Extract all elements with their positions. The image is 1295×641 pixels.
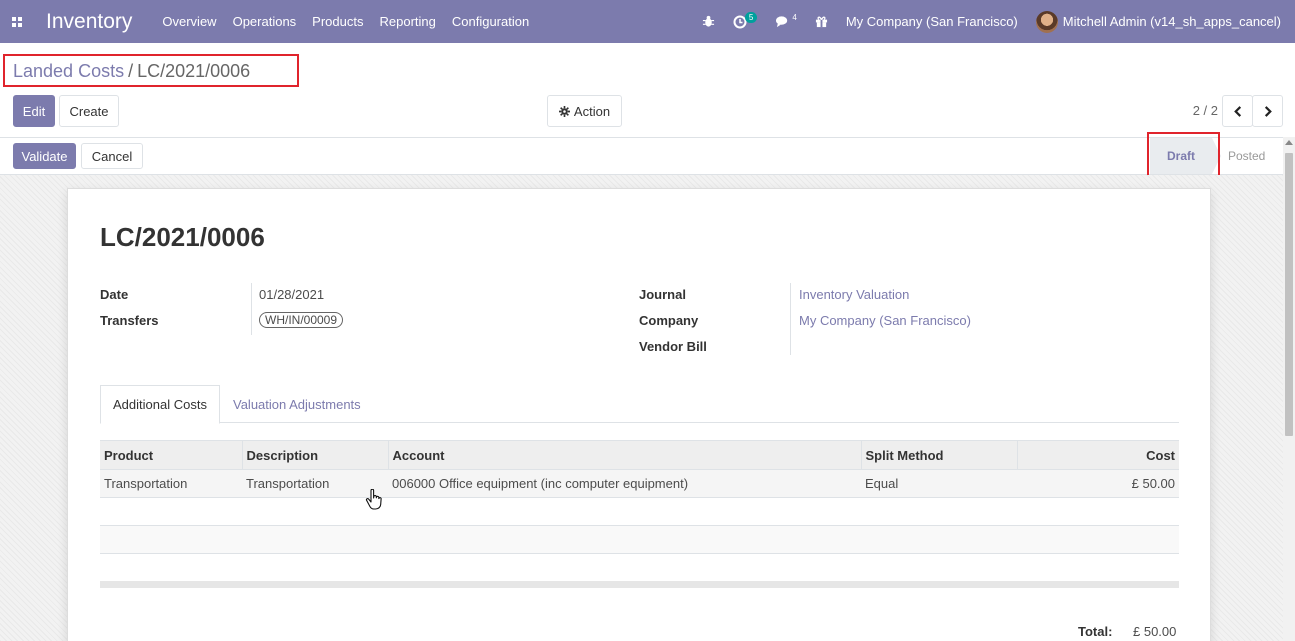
- table-footer: [100, 581, 1179, 588]
- action-label: Action: [573, 103, 611, 119]
- pager-next-button[interactable]: [1252, 95, 1283, 127]
- status-posted[interactable]: Posted: [1228, 138, 1265, 174]
- main-menu: Overview Operations Products Reporting C…: [162, 14, 529, 29]
- status-bar: Validate Cancel Draft Posted: [0, 137, 1283, 175]
- apps-menu-icon[interactable]: [2, 0, 32, 43]
- menu-operations[interactable]: Operations: [233, 14, 297, 29]
- total-value: £ 50.00: [1133, 624, 1177, 639]
- column-product[interactable]: Product: [100, 440, 242, 470]
- column-account[interactable]: Account: [387, 440, 861, 470]
- menu-reporting[interactable]: Reporting: [379, 14, 435, 29]
- table-row-empty: [100, 525, 1179, 554]
- scrollbar-thumb[interactable]: [1285, 153, 1293, 436]
- app-name[interactable]: Inventory: [46, 10, 132, 34]
- bug-icon[interactable]: [702, 15, 715, 28]
- systray: 5 4 My Company (San Francisco) Mitchell …: [702, 0, 1295, 43]
- cost-lines-table: Product Description Account Split Method…: [100, 440, 1179, 582]
- record-title: LC/2021/0006: [100, 222, 265, 252]
- transfer-tag[interactable]: WH/IN/00009: [259, 312, 344, 328]
- column-cost[interactable]: Cost: [1016, 440, 1179, 470]
- field-divider: [251, 283, 252, 335]
- scroll-up-arrow-icon[interactable]: [1285, 140, 1293, 145]
- vendor-bill-label: Vendor Bill: [639, 339, 707, 354]
- chevron-left-icon: [1233, 105, 1241, 117]
- action-button[interactable]: Action: [547, 95, 622, 127]
- gift-icon[interactable]: [815, 15, 828, 28]
- gear-icon: [558, 105, 570, 117]
- field-divider: [790, 283, 791, 355]
- top-navbar: Inventory Overview Operations Products R…: [0, 0, 1295, 43]
- messages-icon[interactable]: 4: [775, 13, 797, 28]
- tab-additional-costs[interactable]: Additional Costs: [100, 385, 220, 424]
- user-name: Mitchell Admin (v14_sh_apps_cancel): [1062, 14, 1281, 29]
- menu-products[interactable]: Products: [312, 14, 363, 29]
- messages-count: 4: [792, 13, 797, 22]
- company-label: Company: [639, 313, 699, 328]
- cell-product[interactable]: Transportation: [100, 469, 242, 498]
- cell-account[interactable]: 006000 Office equipment (inc computer eq…: [388, 469, 861, 498]
- column-description[interactable]: Description: [241, 440, 388, 470]
- journal-label: Journal: [639, 287, 686, 302]
- column-split-method[interactable]: Split Method: [860, 440, 1017, 470]
- cell-split-method[interactable]: Equal: [861, 469, 1017, 498]
- date-label: Date: [100, 287, 129, 302]
- menu-overview[interactable]: Overview: [162, 14, 216, 29]
- date-value[interactable]: 01/28/2021: [259, 287, 324, 302]
- pager-value[interactable]: 2 / 2: [1193, 103, 1218, 118]
- activity-clock-icon[interactable]: 5: [733, 12, 758, 29]
- user-menu[interactable]: Mitchell Admin (v14_sh_apps_cancel): [1035, 10, 1281, 33]
- total-label: Total:: [1078, 624, 1113, 639]
- cancel-button[interactable]: Cancel: [81, 143, 143, 169]
- breadcrumb-highlight-box: [3, 54, 299, 87]
- page-scrollbar[interactable]: [1283, 137, 1295, 641]
- hand-pointer-cursor-icon: [365, 489, 382, 510]
- chevron-right-icon: [1264, 105, 1272, 117]
- tab-valuation-adjustments[interactable]: Valuation Adjustments: [221, 385, 373, 423]
- table-row-empty: [100, 497, 1179, 526]
- avatar: [1035, 10, 1058, 33]
- status-highlight-box: [1147, 132, 1220, 180]
- pager-previous-button[interactable]: [1222, 95, 1253, 127]
- journal-value[interactable]: Inventory Valuation: [799, 287, 909, 302]
- table-row[interactable]: Transportation Transportation 006000 Off…: [100, 469, 1179, 498]
- transfers-label: Transfers: [100, 313, 159, 328]
- company-value[interactable]: My Company (San Francisco): [799, 313, 971, 328]
- transfers-value[interactable]: WH/IN/00009: [259, 312, 344, 328]
- notebook-tabs: Additional Costs Valuation Adjustments: [100, 385, 1179, 424]
- cell-cost[interactable]: £ 50.00: [1017, 469, 1179, 498]
- activity-count-badge: 5: [744, 12, 758, 23]
- menu-configuration[interactable]: Configuration: [452, 14, 529, 29]
- company-switcher[interactable]: My Company (San Francisco): [846, 14, 1018, 29]
- table-row-empty: [100, 553, 1179, 582]
- edit-button[interactable]: Edit: [13, 95, 55, 127]
- cancel-label: Cancel: [91, 148, 133, 164]
- create-button[interactable]: Create: [59, 95, 119, 127]
- table-header: Product Description Account Split Method…: [100, 440, 1179, 470]
- validate-button[interactable]: Validate: [13, 143, 76, 169]
- form-sheet: LC/2021/0006 Date 01/28/2021 Transfers W…: [67, 188, 1211, 641]
- create-label: Create: [69, 103, 109, 119]
